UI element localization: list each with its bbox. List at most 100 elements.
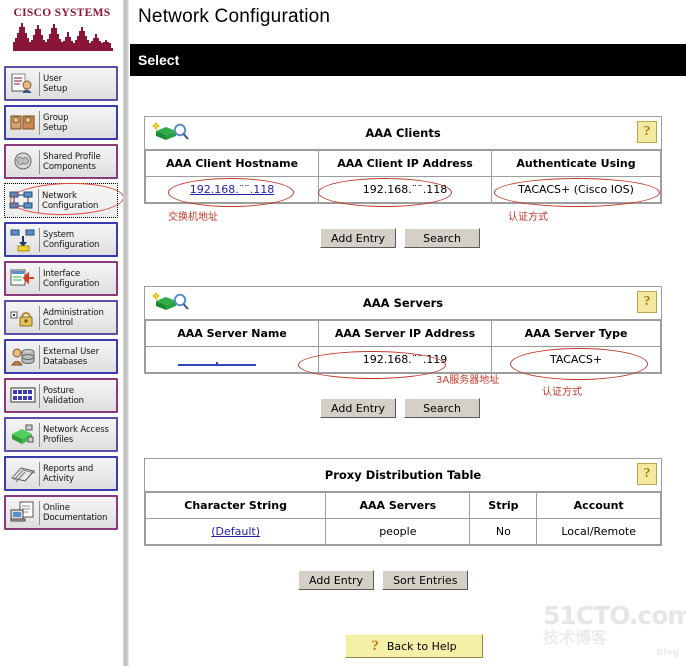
annotation-text-auth-method-server: 认证方式: [542, 387, 582, 398]
page-title: Network Configuration: [138, 6, 331, 27]
col-proxy-aaa-servers: AAA Servers: [325, 492, 471, 519]
col-strip: Strip: [469, 492, 538, 519]
question-mark-icon: ?: [643, 466, 651, 481]
proxy-distribution-table: Character String AAA Servers Strip Accou…: [144, 492, 661, 545]
cell-server-type: TACACS+: [491, 346, 661, 373]
cell-server-name: [144, 346, 320, 373]
sidebar-item-label: Online Documentation: [43, 502, 108, 523]
proxy-sort-entries-button[interactable]: Sort Entries: [382, 570, 469, 590]
sidebar-item-label: User Setup: [43, 73, 68, 94]
table-row: 192.168.¨¨.118 192.168.¨¨.118 TACACS+ (C…: [144, 176, 661, 203]
aaa-servers-buttons: Add Entry Search: [320, 398, 481, 418]
sidebar-item-divider: [39, 422, 40, 447]
sidebar-item-divider: [39, 110, 40, 135]
sidebar-item-external-user-databases[interactable]: External User Databases: [4, 339, 118, 374]
aaa-servers-table: AAA Server Name AAA Server IP Address AA…: [144, 320, 661, 373]
system-configuration-icon: [8, 226, 38, 253]
table-row: 192.168.¨¨.119 TACACS+: [144, 346, 661, 373]
user-setup-icon: [8, 70, 38, 97]
cisco-logo-text: CISCO SYSTEMS: [13, 7, 111, 19]
aaa-servers-help-button[interactable]: ?: [637, 291, 657, 313]
sidebar-item-divider: [39, 266, 40, 291]
sidebar-item-network-access-profiles[interactable]: Network Access Profiles: [4, 417, 118, 452]
cell-client-hostname: 192.168.¨¨.118: [144, 176, 320, 203]
aaa-clients-panel: AAA Clients ? AAA Client Hostname AAA Cl…: [144, 116, 662, 204]
select-bar: Select: [130, 44, 686, 76]
proxy-distribution-buttons: Add Entry Sort Entries: [298, 570, 469, 590]
select-bar-label: Select: [138, 52, 180, 68]
cisco-logo-bars: [13, 21, 113, 53]
sidebar-item-reports-and-activity[interactable]: Reports and Activity: [4, 456, 118, 491]
sidebar-item-label: Administration Control: [43, 307, 104, 328]
sidebar-item-divider: [39, 461, 40, 486]
col-aaa-client-ip: AAA Client IP Address: [318, 150, 493, 177]
cisco-logo: CISCO SYSTEMS: [8, 4, 116, 60]
sidebar-menu: User Setup Group Setup Shared Profile Comp…: [4, 66, 118, 534]
sidebar-item-administration-control[interactable]: Administration Control: [4, 300, 118, 335]
sidebar: CISCO SYSTEMS User Setup Group Setup Share…: [0, 0, 125, 666]
sidebar-item-label: Shared Profile Components: [43, 151, 101, 172]
page-root: CISCO SYSTEMS User Setup Group Setup Share…: [0, 0, 686, 666]
table-header-row: Character String AAA Servers Strip Accou…: [144, 492, 661, 519]
cell-strip: No: [469, 518, 538, 545]
sidebar-item-online-documentation[interactable]: Online Documentation: [4, 495, 118, 530]
sidebar-item-group-setup[interactable]: Group Setup: [4, 105, 118, 140]
aaa-clients-table: AAA Client Hostname AAA Client IP Addres…: [144, 150, 661, 203]
proxy-distribution-header: Proxy Distribution Table ?: [145, 459, 661, 492]
col-aaa-server-name: AAA Server Name: [144, 320, 320, 347]
proxy-distribution-help-button[interactable]: ?: [637, 463, 657, 485]
network-access-profiles-icon: [8, 421, 38, 448]
sidebar-item-label: Network Configuration: [42, 190, 99, 211]
aaa-clients-add-entry-button[interactable]: Add Entry: [320, 228, 397, 248]
sidebar-item-label: Reports and Activity: [43, 463, 94, 484]
table-header-row: AAA Server Name AAA Server IP Address AA…: [144, 320, 661, 347]
annotation-text-auth-method-client: 认证方式: [508, 212, 548, 223]
aaa-servers-header: AAA Servers ?: [145, 287, 661, 320]
external-user-databases-icon: [8, 343, 38, 370]
add-search-clients-icon[interactable]: [150, 121, 192, 145]
sidebar-item-divider: [39, 305, 40, 330]
administration-control-icon: [8, 304, 38, 331]
sidebar-item-divider: [39, 71, 40, 96]
cell-account: Local/Remote: [536, 518, 661, 545]
col-account: Account: [536, 492, 661, 519]
aaa-clients-search-button[interactable]: Search: [404, 228, 481, 248]
col-authenticate-using: Authenticate Using: [491, 150, 661, 177]
cell-authenticate-using: TACACS+ (Cisco IOS): [491, 176, 661, 203]
aaa-client-hostname-link[interactable]: 192.168.¨¨.118: [190, 183, 274, 196]
col-aaa-client-hostname: AAA Client Hostname: [144, 150, 320, 177]
sidebar-item-divider: [39, 344, 40, 369]
back-to-help-button[interactable]: ? Back to Help: [345, 634, 483, 658]
sidebar-item-label: System Configuration: [43, 229, 100, 250]
add-search-servers-icon[interactable]: [150, 291, 192, 315]
aaa-clients-help-button[interactable]: ?: [637, 121, 657, 143]
proxy-add-entry-button[interactable]: Add Entry: [298, 570, 375, 590]
sidebar-item-label: Interface Configuration: [43, 268, 100, 289]
table-header-row: AAA Client Hostname AAA Client IP Addres…: [144, 150, 661, 177]
sidebar-item-network-configuration[interactable]: Network Configuration: [4, 183, 118, 218]
question-mark-icon: ?: [371, 637, 379, 654]
question-mark-icon: ?: [643, 124, 651, 139]
sidebar-item-user-setup[interactable]: User Setup: [4, 66, 118, 101]
annotation-text-switch-address: 交换机地址: [168, 212, 218, 223]
sidebar-item-posture-validation[interactable]: Posture Validation: [4, 378, 118, 413]
proxy-distribution-panel: Proxy Distribution Table ? Character Str…: [144, 458, 662, 546]
sidebar-item-shared-profile-components[interactable]: Shared Profile Components: [4, 144, 118, 179]
default-link[interactable]: (Default): [211, 525, 260, 538]
aaa-servers-add-entry-button[interactable]: Add Entry: [320, 398, 397, 418]
cell-client-ip: 192.168.¨¨.118: [318, 176, 493, 203]
posture-validation-icon: [8, 382, 38, 409]
aaa-clients-header: AAA Clients ?: [145, 117, 661, 150]
aaa-servers-title: AAA Servers: [362, 296, 444, 310]
col-aaa-server-type: AAA Server Type: [491, 320, 661, 347]
sidebar-item-interface-configuration[interactable]: Interface Configuration: [4, 261, 118, 296]
sidebar-item-divider: [39, 383, 40, 408]
content-area: AAA Clients ? AAA Client Hostname AAA Cl…: [130, 76, 686, 666]
sidebar-item-divider: [39, 149, 40, 174]
network-configuration-icon: [7, 187, 37, 214]
back-to-help-label: Back to Help: [386, 639, 457, 653]
sidebar-item-system-configuration[interactable]: System Configuration: [4, 222, 118, 257]
table-row: (Default) people No Local/Remote: [144, 518, 661, 545]
col-character-string: Character String: [144, 492, 327, 519]
aaa-servers-search-button[interactable]: Search: [404, 398, 481, 418]
